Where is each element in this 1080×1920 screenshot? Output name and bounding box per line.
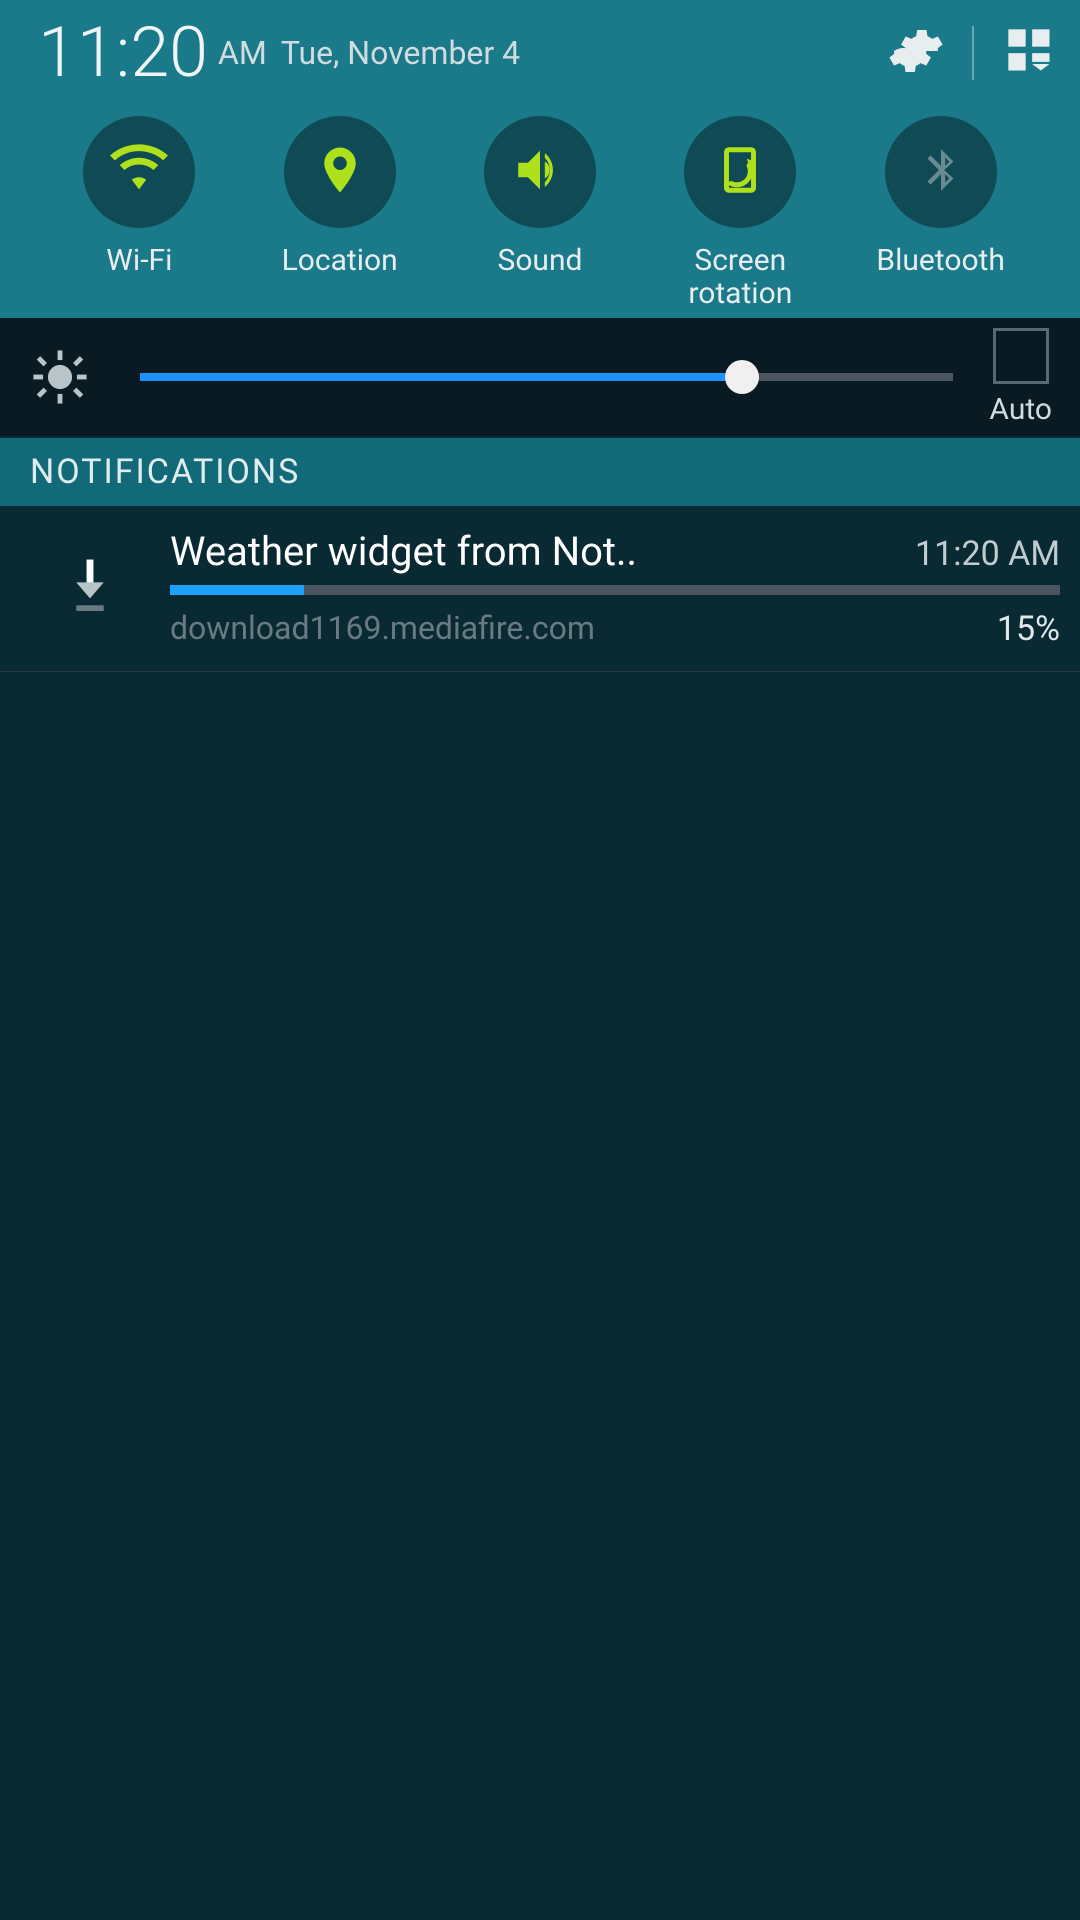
toggle-label: Location	[282, 244, 398, 277]
toggle-label: Screen rotation	[659, 244, 821, 310]
toggle-bluetooth[interactable]: Bluetooth	[860, 116, 1022, 310]
download-progress-bar	[170, 585, 1060, 595]
notification-percent: 15%	[997, 609, 1060, 649]
bluetooth-icon	[916, 145, 966, 199]
notification-subtitle: download1169.mediafire.com	[170, 609, 997, 649]
gear-icon	[888, 23, 944, 83]
brightness-row: Auto	[0, 318, 1080, 438]
brightness-slider[interactable]	[140, 373, 953, 381]
notification-item[interactable]: Weather widget from Not.. 11:20 AM downl…	[0, 506, 1080, 672]
grid-icon	[1004, 25, 1056, 81]
location-icon	[313, 143, 367, 201]
toggle-label: Sound	[498, 244, 583, 277]
auto-brightness-checkbox[interactable]	[993, 328, 1049, 384]
slider-thumb[interactable]	[725, 360, 759, 394]
clock-time: 11:20	[38, 12, 208, 94]
auto-brightness-label: Auto	[989, 392, 1052, 427]
divider	[972, 26, 974, 80]
download-icon	[62, 555, 118, 623]
brightness-icon	[28, 348, 92, 406]
quick-toggles-row: Wi-Fi Location Sound Sc	[20, 116, 1060, 310]
toggle-location[interactable]: Location	[259, 116, 421, 310]
notification-title: Weather widget from Not..	[170, 528, 901, 575]
toggle-sound[interactable]: Sound	[459, 116, 621, 310]
panel-layout-button[interactable]	[1000, 23, 1060, 83]
toggle-wifi[interactable]: Wi-Fi	[58, 116, 220, 310]
toggle-label: Wi-Fi	[106, 244, 172, 277]
clock-date: Tue, November 4	[281, 34, 520, 72]
toggle-rotation[interactable]: Screen rotation	[659, 116, 821, 310]
notifications-header: NOTIFICATIONS	[0, 438, 1080, 506]
toggle-label: Bluetooth	[876, 244, 1005, 277]
settings-button[interactable]	[886, 23, 946, 83]
rotation-icon	[713, 143, 767, 201]
clock-ampm: AM	[218, 34, 267, 72]
status-bar-top: 11:20 AM Tue, November 4	[20, 8, 1060, 98]
notification-time: 11:20 AM	[915, 534, 1060, 574]
wifi-icon	[110, 141, 168, 203]
sound-icon	[511, 141, 569, 203]
